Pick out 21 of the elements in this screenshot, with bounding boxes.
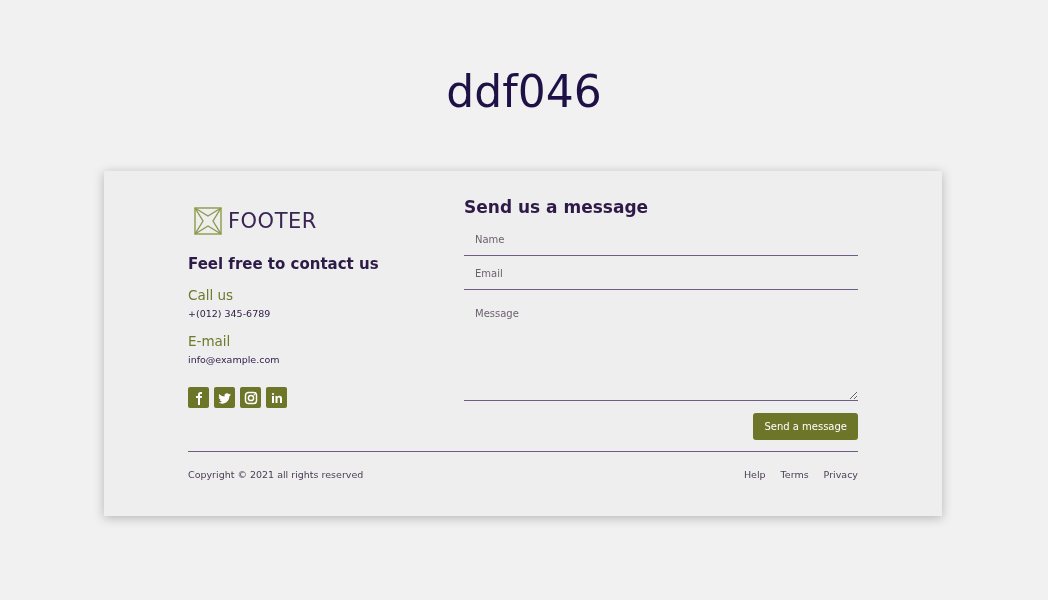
contact-value: +(012) 345-6789: [188, 308, 272, 319]
footer-link[interactable]: Help: [743, 469, 766, 480]
input-field[interactable]: Email: [464, 256, 858, 290]
contact-label: Call us: [188, 287, 235, 303]
copyright-text: Copyright © 2021 all rights reserved: [188, 469, 364, 480]
footer-link[interactable]: Privacy: [823, 469, 858, 480]
contact-label: E-mail: [188, 333, 232, 349]
tagline: Feel free to contact us: [188, 255, 380, 273]
send-button[interactable]: Send a message: [753, 413, 858, 440]
form-title: Send us a message: [464, 197, 650, 217]
logo-text: FOOTER: [228, 209, 317, 233]
page-title: ddf046: [445, 65, 603, 119]
camera-icon[interactable]: [240, 387, 261, 408]
message-field[interactable]: Message: [464, 290, 858, 401]
bird-icon[interactable]: [214, 387, 235, 408]
contact-value: info@example.com: [188, 354, 281, 365]
linkedin-icon[interactable]: [266, 387, 287, 408]
footer-link[interactable]: Terms: [780, 469, 809, 480]
logo-icon: [194, 207, 222, 235]
input-field[interactable]: Name: [464, 222, 858, 256]
facebook-icon[interactable]: [188, 387, 209, 408]
